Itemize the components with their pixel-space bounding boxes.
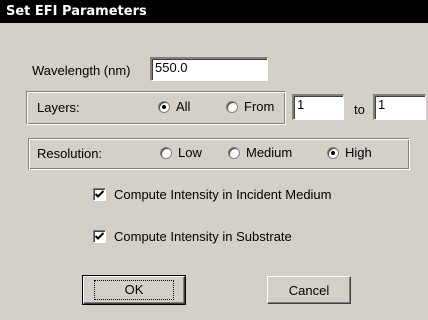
checkbox-box: [93, 188, 106, 201]
radio-indicator: [160, 146, 172, 159]
cancel-button[interactable]: Cancel: [267, 276, 351, 304]
wavelength-input[interactable]: 550.0: [150, 57, 268, 81]
layers-from-label: From: [244, 99, 275, 114]
ok-button-label: OK: [93, 280, 175, 300]
substrate-label: Compute Intensity in Substrate: [114, 229, 292, 244]
ok-button[interactable]: OK: [82, 275, 186, 305]
layers-from-radio[interactable]: From: [226, 99, 274, 114]
incident-medium-checkbox[interactable]: Compute Intensity in Incident Medium: [93, 187, 332, 202]
resolution-medium-label: Medium: [246, 145, 293, 160]
layers-all-label: All: [176, 99, 191, 114]
incident-medium-label: Compute Intensity in Incident Medium: [114, 187, 332, 202]
wavelength-label: Wavelength (nm): [32, 63, 131, 78]
resolution-low-radio[interactable]: Low: [160, 145, 202, 160]
checkmark-icon: [95, 190, 104, 198]
radio-indicator: [228, 146, 240, 159]
radio-selected-indicator: [327, 146, 339, 159]
resolution-high-label: High: [345, 145, 372, 160]
radio-indicator: [226, 100, 238, 113]
layers-label: Layers:: [37, 100, 80, 115]
layers-all-radio[interactable]: All: [158, 99, 190, 114]
resolution-medium-radio[interactable]: Medium: [228, 145, 292, 160]
title-bar: Set EFI Parameters: [0, 0, 428, 23]
layers-to-label: to: [354, 102, 365, 117]
resolution-low-label: Low: [178, 145, 202, 160]
radio-selected-indicator: [158, 100, 170, 113]
layers-to-input[interactable]: 1: [373, 94, 426, 120]
resolution-high-radio[interactable]: High: [327, 145, 372, 160]
set-efi-parameters-dialog: Set EFI Parameters Wavelength (nm) 550.0…: [0, 0, 428, 320]
checkbox-box: [93, 230, 106, 243]
layers-from-input[interactable]: 1: [292, 94, 344, 120]
resolution-label: Resolution:: [37, 146, 103, 161]
substrate-checkbox[interactable]: Compute Intensity in Substrate: [93, 229, 292, 244]
checkmark-icon: [95, 232, 104, 240]
